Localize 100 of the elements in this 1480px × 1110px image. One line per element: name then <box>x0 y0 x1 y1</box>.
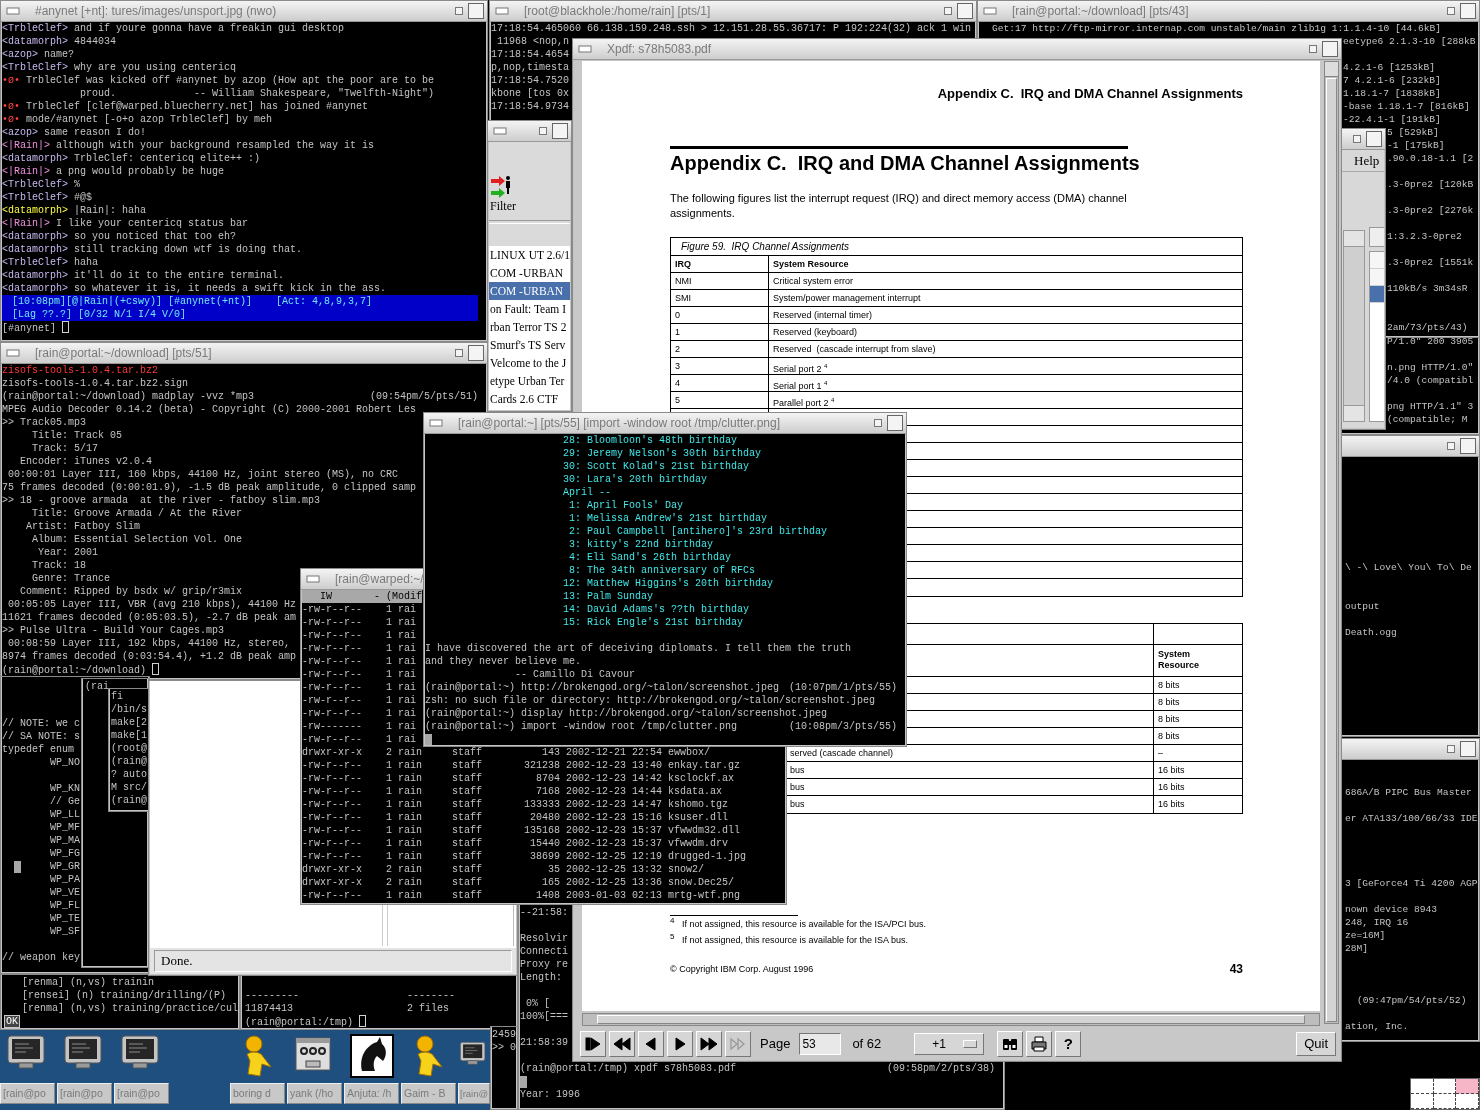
list-item[interactable]: Smurf's TS Serv <box>489 336 570 354</box>
terminal-line: WP_SF <box>50 925 80 938</box>
page-field[interactable]: 53 <box>799 1032 842 1055</box>
table-cell-text: 8 bits <box>1157 713 1181 726</box>
text-field[interactable] <box>1369 227 1384 247</box>
menu-icon[interactable] <box>429 419 443 427</box>
chat-message: <datamorph> 4844034 <box>2 35 117 48</box>
toolbar-button[interactable] <box>696 1030 722 1057</box>
menu-icon[interactable] <box>578 45 592 53</box>
small-square-icon[interactable] <box>1447 745 1455 753</box>
terminal-line: zisofs-tools-1.0.4.tar.bz2.sign <box>2 377 189 390</box>
terminal-line: April -- <box>563 486 611 499</box>
square-icon[interactable] <box>552 123 568 139</box>
table-cell-text: Serial port 2 $^{4}$ <box>772 362 829 376</box>
small-square-icon[interactable] <box>1309 45 1317 53</box>
square-icon[interactable] <box>957 3 973 19</box>
terminal-line: WP_TE <box>50 912 80 925</box>
list-item[interactable]: on Fault: Team I <box>489 300 570 318</box>
pager-desktop[interactable] <box>1411 1094 1434 1109</box>
small-square-icon[interactable] <box>1447 7 1455 15</box>
small-square-icon[interactable] <box>539 127 547 135</box>
terminal-line: Comment: Ripped by bsdx w/ grip/r3mix <box>19 585 243 598</box>
terminal-line: 2am/73/pts/43) <box>1387 321 1468 334</box>
square-icon[interactable] <box>1460 741 1476 757</box>
terminal-line: -base 1.18.1-7 [816kB] <box>1343 100 1470 113</box>
table-cell: NMI <box>671 273 769 289</box>
terminal-line: 21:58:39 <box>520 1036 568 1049</box>
pager-desktop[interactable] <box>1433 1094 1457 1109</box>
small-square-icon[interactable] <box>874 419 882 427</box>
table-cell: 1 <box>671 324 769 340</box>
toolbar-button[interactable] <box>609 1030 635 1057</box>
table-cell-text: 8 bits <box>1157 696 1181 709</box>
terminal-line: -rw-r--r-- 1 rai <box>302 681 417 694</box>
terminal-line: 100%[=== <box>520 1010 568 1023</box>
menu-icon[interactable] <box>495 7 509 15</box>
toolbar-button[interactable] <box>997 1030 1024 1057</box>
toolbar-button[interactable] <box>667 1030 693 1057</box>
table-cell-text: Reserved (internal timer) <box>772 309 874 322</box>
quit-button[interactable]: Quit <box>1296 1031 1336 1056</box>
small-square-icon[interactable] <box>1353 135 1361 143</box>
table-cell: 4 <box>671 375 769 394</box>
horse-head-icon[interactable] <box>349 1034 394 1078</box>
square-icon[interactable] <box>468 3 484 19</box>
window-title: Xpdf: s78h5083.pdf <box>606 41 712 58</box>
list-row[interactable] <box>1370 286 1384 303</box>
square-icon[interactable] <box>1460 3 1476 19</box>
toolbar-button[interactable] <box>638 1030 664 1057</box>
vertical-scrollbar[interactable] <box>1324 61 1339 1024</box>
square-icon[interactable] <box>887 415 903 431</box>
terminal-line: Encoder: iTunes v2.0.4 <box>19 455 153 468</box>
menu-item[interactable]: Help <box>1354 152 1380 169</box>
zoom-dropdown[interactable]: +1 <box>914 1032 985 1055</box>
table-cell: SMI <box>671 290 769 306</box>
square-icon[interactable] <box>1322 41 1338 57</box>
terminal-line: 110kB/s 3m34sR <box>1387 282 1468 295</box>
square-icon[interactable] <box>1366 131 1382 147</box>
terminal-line: Length: <box>520 971 562 984</box>
terminal-line: (rain@portal:~) http://brokengod.org/~talon/screenshot.jpeg <box>425 681 780 694</box>
pager-desktop[interactable] <box>1456 1079 1479 1094</box>
terminal-line: \ -\ Love\ You\ To\ De <box>1345 561 1472 574</box>
vertical-scrollbar[interactable] <box>1343 230 1365 422</box>
terminal-line: -rw-r--r-- 1 rai <box>302 655 417 668</box>
list-item[interactable]: COM -URBAN <box>489 264 570 282</box>
window-title: [rain@portal:~/download] [pts/51] <box>34 345 212 362</box>
toolbar-button[interactable] <box>580 1030 606 1057</box>
horizontal-scrollbar[interactable] <box>582 1013 1320 1026</box>
list-item[interactable]: etype Urban Ter <box>489 372 570 390</box>
list-item[interactable]: LINUX UT 2.6/1 <box>489 246 570 264</box>
list-item[interactable]: Velcome to the J <box>489 354 570 372</box>
terminal-line: Genre: Trance <box>31 572 111 585</box>
menu-icon[interactable] <box>306 575 320 583</box>
terminal-line: 00:00:01 Layer III, 160 kbps, 44100 Hz, joint stereo (MS), no CRC <box>7 468 399 481</box>
pager-desktop[interactable] <box>1456 1094 1479 1109</box>
terminal-line: Proxy re <box>520 958 568 971</box>
terminal-line: -rw-r--r-- 1 rai <box>302 733 417 746</box>
terminal-line: Connecti <box>520 945 568 958</box>
terminal-line: -rw-r--r-- 1 rain staff 38699 2002-12-25 12:19 drugged-1.jpg <box>302 850 747 863</box>
terminal-line: -rw-r--r-- 1 rain staff 1408 2003-01-03 02:13 mrtg-wtf.png <box>302 889 741 902</box>
pager-desktop[interactable] <box>1411 1079 1434 1094</box>
menu-icon[interactable] <box>493 127 507 135</box>
square-icon[interactable] <box>1460 438 1476 454</box>
small-square-icon[interactable] <box>455 349 463 357</box>
small-square-icon[interactable] <box>455 7 463 15</box>
list-item[interactable]: rban Terror TS 2 <box>489 318 570 336</box>
list-item[interactable]: Cards 2.6 CTF <box>489 390 570 408</box>
terminal-line: [renma] (n,vs) trainin <box>22 976 155 989</box>
menu-icon[interactable] <box>6 349 20 357</box>
terminal-line: (compatible; M <box>1387 413 1468 426</box>
small-square-icon[interactable] <box>944 7 952 15</box>
list-item[interactable]: COM -URBAN <box>489 282 570 300</box>
small-square-icon[interactable] <box>1447 442 1455 450</box>
toolbar-button[interactable] <box>1026 1030 1053 1057</box>
terminal-line: Title: Track 05 <box>31 429 123 442</box>
table-cell-text: Parallel port 2 $^{4}$ <box>772 396 836 410</box>
menu-icon[interactable] <box>983 7 997 15</box>
terminal-line: WP_FL <box>50 899 80 912</box>
filter-button[interactable]: Filter <box>489 175 516 213</box>
menu-icon[interactable] <box>6 7 20 15</box>
help-button[interactable]: ? <box>1055 1030 1082 1057</box>
square-icon[interactable] <box>468 345 484 361</box>
